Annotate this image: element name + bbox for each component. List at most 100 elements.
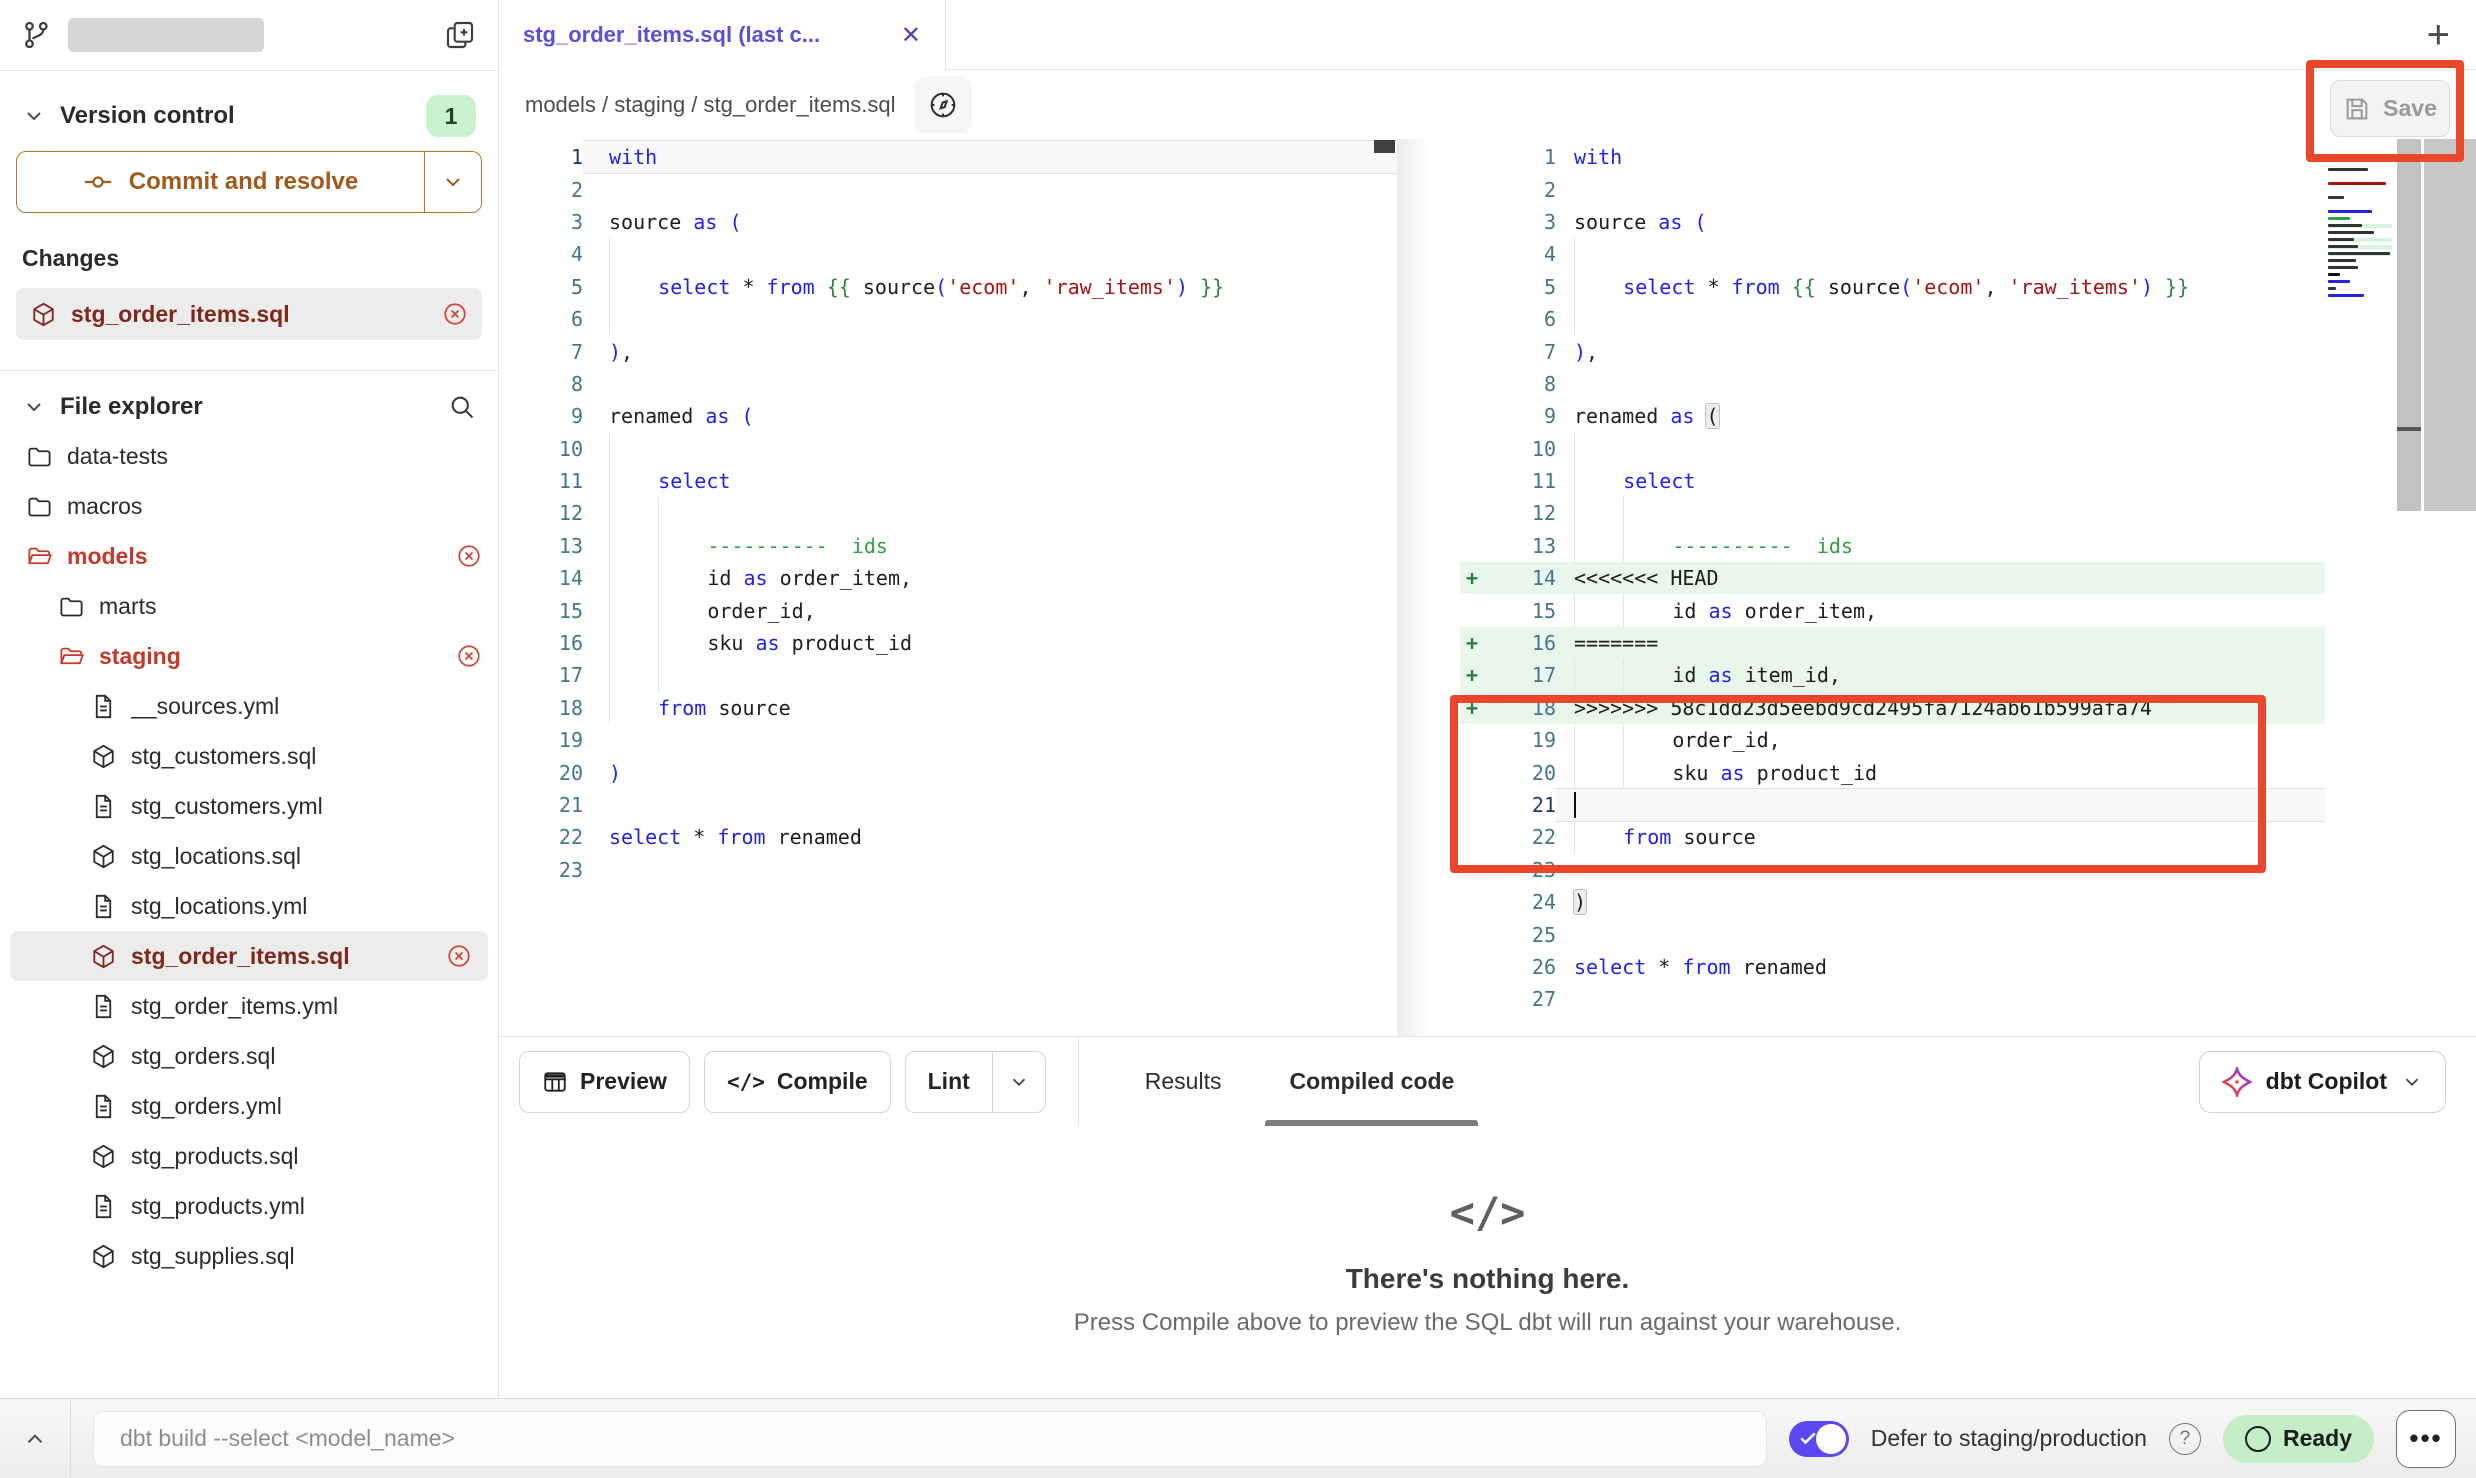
code-line[interactable]: 7),	[499, 335, 1397, 367]
commit-and-resolve-button[interactable]: Commit and resolve	[16, 151, 482, 213]
code-line[interactable]: 16sku as product_id	[499, 627, 1397, 659]
code-line[interactable]: 20)	[499, 756, 1397, 788]
code-line[interactable]: +18>>>>>>> 58c1dd23d5eebd9cd2495fa7124ab…	[1460, 692, 2325, 724]
code-line[interactable]: 25	[1460, 918, 2325, 950]
deleted-status-icon[interactable]	[456, 643, 482, 669]
code-line[interactable]: 2	[499, 173, 1397, 205]
preview-button[interactable]: Preview	[519, 1051, 690, 1113]
editor-pane-original[interactable]: 1with23source as (45select * from {{ sou…	[499, 139, 1397, 1036]
file-item-__sources.yml[interactable]: __sources.yml	[0, 681, 498, 731]
tab-results[interactable]: Results	[1139, 1037, 1228, 1126]
code-line[interactable]: 22select * from renamed	[499, 821, 1397, 853]
more-options-button[interactable]: •••	[2396, 1410, 2456, 1468]
save-button[interactable]: Save	[2330, 80, 2450, 137]
tab-compiled-code[interactable]: Compiled code	[1283, 1037, 1460, 1126]
code-line[interactable]: 6	[499, 303, 1397, 335]
file-item-stg_customers.sql[interactable]: stg_customers.sql	[0, 731, 498, 781]
file-item-stg_locations.sql[interactable]: stg_locations.sql	[0, 831, 498, 881]
code-line[interactable]: 19order_id,	[1460, 724, 2325, 756]
close-icon[interactable]: ✕	[901, 21, 921, 50]
file-item-stg_products.yml[interactable]: stg_products.yml	[0, 1181, 498, 1231]
page-scrollbar[interactable]	[2424, 139, 2476, 511]
status-badge[interactable]: Ready	[2223, 1415, 2374, 1463]
code-line[interactable]: 10	[499, 433, 1397, 465]
code-line[interactable]: 15id as order_item,	[1460, 594, 2325, 626]
code-line[interactable]: 9renamed as (	[1460, 400, 2325, 432]
code-line[interactable]: 18from source	[499, 692, 1397, 724]
code-line[interactable]: 26select * from renamed	[1460, 951, 2325, 983]
file-item-stg_customers.yml[interactable]: stg_customers.yml	[0, 781, 498, 831]
lint-dropdown-button[interactable]	[992, 1052, 1045, 1112]
compile-button[interactable]: </> Compile	[704, 1051, 891, 1113]
code-line[interactable]: 8	[499, 368, 1397, 400]
deleted-status-icon[interactable]	[446, 943, 472, 969]
file-item-models[interactable]: models	[0, 531, 498, 581]
file-item-stg_orders.sql[interactable]: stg_orders.sql	[0, 1031, 498, 1081]
code-line[interactable]: 23	[1460, 854, 2325, 886]
deleted-status-icon[interactable]	[456, 543, 482, 569]
file-item-stg_supplies.sql[interactable]: stg_supplies.sql	[0, 1231, 498, 1281]
code-line[interactable]: +17id as item_id,	[1460, 659, 2325, 691]
code-line[interactable]: 22from source	[1460, 821, 2325, 853]
code-line[interactable]: 2	[1460, 173, 2325, 205]
code-line[interactable]: 12	[1460, 497, 2325, 529]
file-item-data-tests[interactable]: data-tests	[0, 431, 498, 481]
left-pane-scrollbar-thumb[interactable]	[1374, 140, 1395, 153]
file-explorer-header[interactable]: File explorer	[0, 385, 498, 431]
command-input[interactable]: dbt build --select <model_name>	[93, 1411, 1767, 1467]
code-line[interactable]: 3source as (	[1460, 206, 2325, 238]
code-line[interactable]: 24)	[1460, 886, 2325, 918]
file-item-macros[interactable]: macros	[0, 481, 498, 531]
code-line[interactable]: 7),	[1460, 335, 2325, 367]
file-item-marts[interactable]: marts	[0, 581, 498, 631]
defer-toggle[interactable]	[1789, 1421, 1849, 1457]
code-line[interactable]: 11select	[499, 465, 1397, 497]
code-line[interactable]: 20sku as product_id	[1460, 756, 2325, 788]
help-icon[interactable]: ?	[2169, 1423, 2201, 1455]
discard-change-icon[interactable]	[442, 301, 468, 327]
dbt-copilot-button[interactable]: dbt Copilot	[2199, 1051, 2446, 1113]
code-line[interactable]: 1with	[1460, 141, 2325, 173]
code-line[interactable]: 21	[1460, 789, 2325, 821]
code-line[interactable]: 4	[1460, 238, 2325, 270]
version-control-header[interactable]: Version control 1	[16, 89, 482, 151]
tab-stg-order-items[interactable]: stg_order_items.sql (last c... ✕	[499, 0, 946, 70]
code-line[interactable]: 6	[1460, 303, 2325, 335]
code-line[interactable]: 14id as order_item,	[499, 562, 1397, 594]
file-item-stg_products.sql[interactable]: stg_products.sql	[0, 1131, 498, 1181]
git-branch-icon[interactable]	[22, 20, 52, 50]
pane-divider[interactable]	[1397, 139, 1460, 1036]
code-line[interactable]: 13---------- ids	[499, 530, 1397, 562]
code-line[interactable]: 5select * from {{ source('ecom', 'raw_it…	[499, 271, 1397, 303]
code-line[interactable]: 8	[1460, 368, 2325, 400]
copy-files-icon[interactable]	[444, 19, 476, 51]
lineage-compass-icon[interactable]	[914, 76, 972, 134]
file-item-stg_order_items.sql[interactable]: stg_order_items.sql	[10, 931, 488, 981]
code-line[interactable]: 17	[499, 659, 1397, 691]
code-line[interactable]: 10	[1460, 433, 2325, 465]
code-line[interactable]: 3source as (	[499, 206, 1397, 238]
file-item-stg_order_items.yml[interactable]: stg_order_items.yml	[0, 981, 498, 1031]
code-line[interactable]: 15order_id,	[499, 594, 1397, 626]
code-line[interactable]: 12	[499, 497, 1397, 529]
new-tab-icon[interactable]: +	[2427, 15, 2450, 55]
code-line[interactable]: 27	[1460, 983, 2325, 1015]
code-line[interactable]: 13---------- ids	[1460, 530, 2325, 562]
file-item-staging[interactable]: staging	[0, 631, 498, 681]
lint-button[interactable]: Lint	[906, 1052, 992, 1112]
commit-dropdown-button[interactable]	[424, 152, 481, 212]
file-item-stg_orders.yml[interactable]: stg_orders.yml	[0, 1081, 498, 1131]
code-line[interactable]: 9renamed as (	[499, 400, 1397, 432]
chevron-up-icon[interactable]	[0, 1399, 71, 1478]
code-line[interactable]: 5select * from {{ source('ecom', 'raw_it…	[1460, 271, 2325, 303]
code-line[interactable]: 19	[499, 724, 1397, 756]
code-line[interactable]: 4	[499, 238, 1397, 270]
code-line[interactable]: 11select	[1460, 465, 2325, 497]
code-line[interactable]: +16=======	[1460, 627, 2325, 659]
editor-scrollbar[interactable]	[2397, 139, 2421, 511]
changed-file-row[interactable]: stg_order_items.sql	[16, 288, 482, 340]
file-item-stg_locations.yml[interactable]: stg_locations.yml	[0, 881, 498, 931]
search-icon[interactable]	[448, 393, 476, 421]
editor-pane-modified[interactable]: 1with23source as (45select * from {{ sou…	[1460, 139, 2325, 1036]
code-line[interactable]: 23	[499, 854, 1397, 886]
